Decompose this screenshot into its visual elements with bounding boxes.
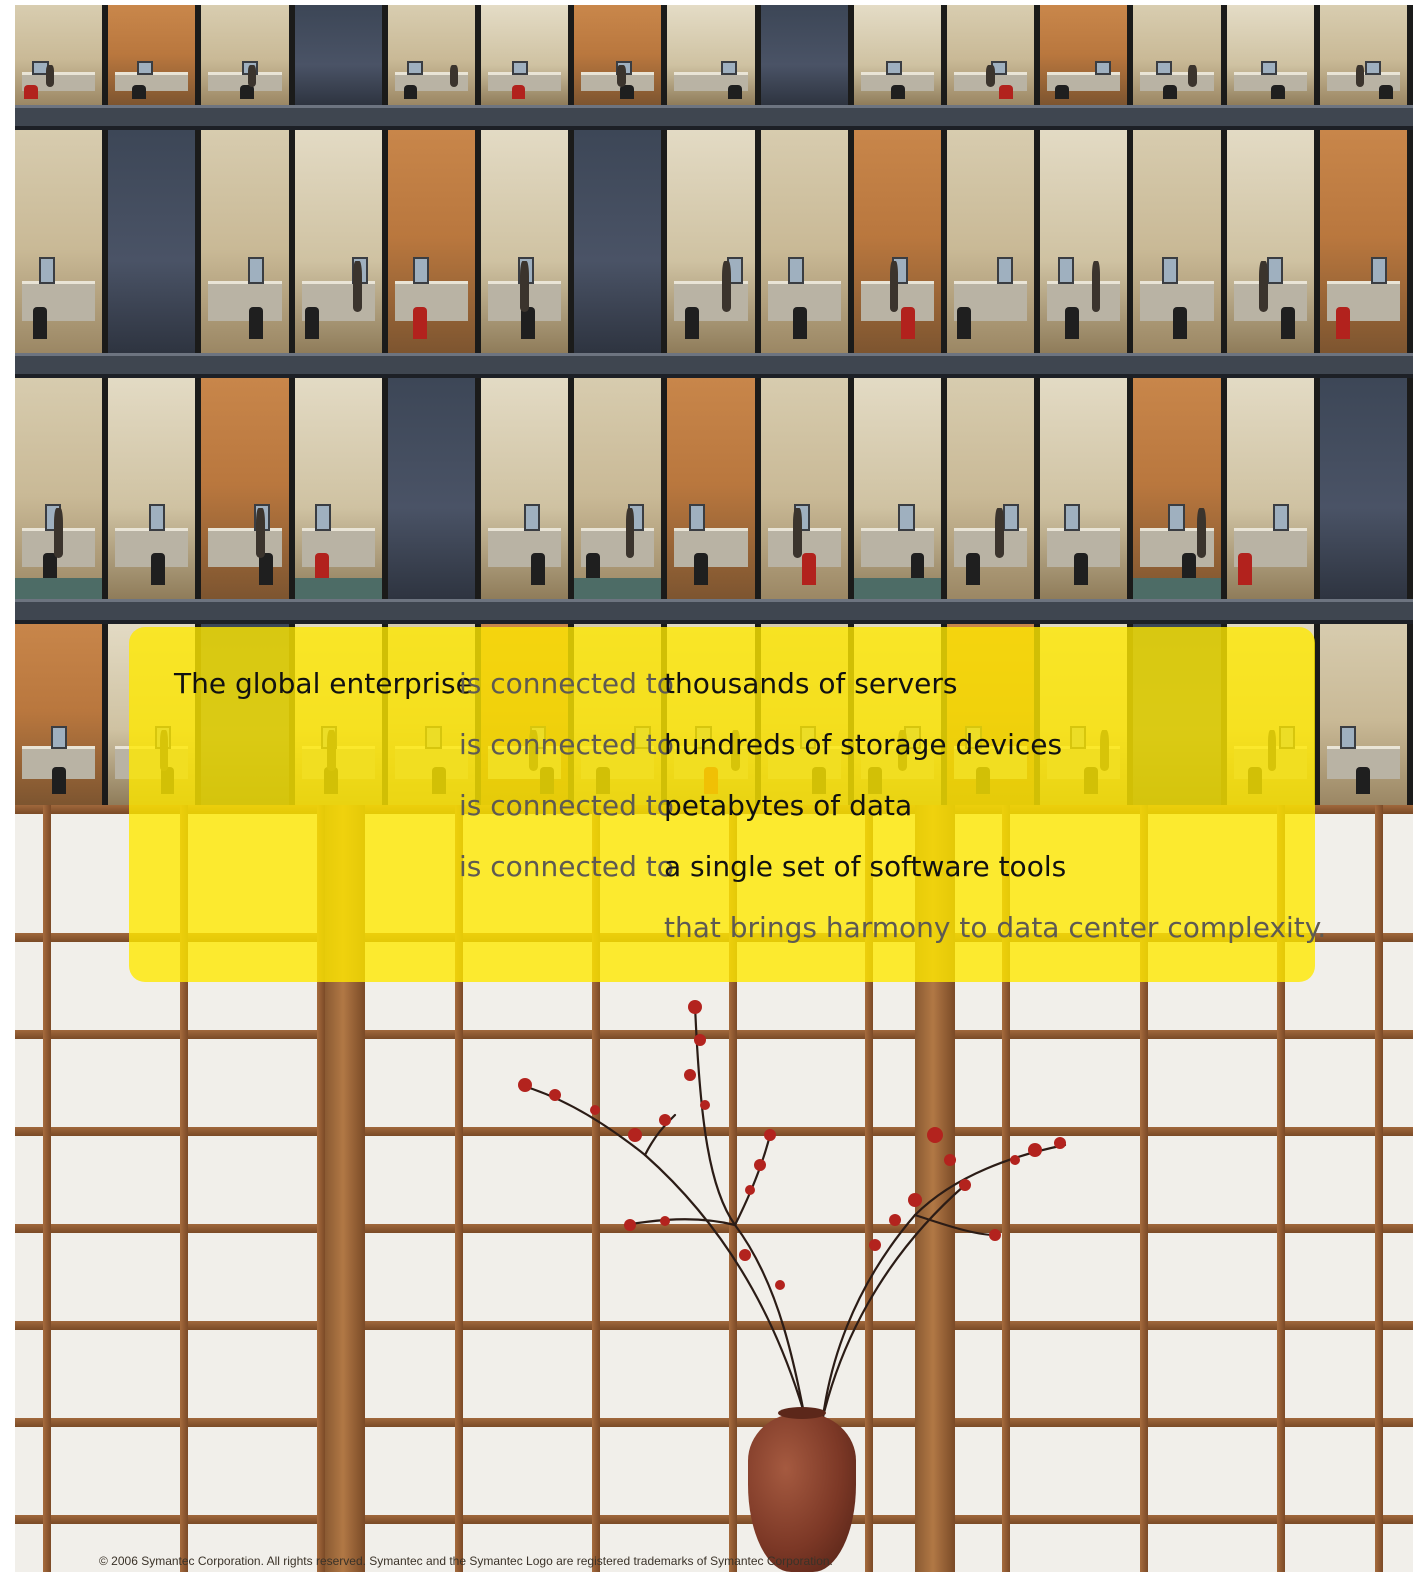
headline-item: a single set of software tools	[664, 850, 1067, 883]
office-window	[387, 123, 482, 353]
office-window	[1133, 123, 1227, 353]
office-window	[1319, 5, 1413, 105]
shoji-stile	[43, 805, 51, 1572]
connector-text: is connected to	[459, 850, 674, 883]
office-window	[108, 123, 202, 353]
connector-text: is connected to	[459, 728, 674, 761]
office-window	[1040, 371, 1134, 599]
shoji-stile	[1375, 805, 1383, 1572]
blossom-branch-icon	[518, 1000, 1067, 1449]
connector-text: is connected to	[459, 667, 674, 700]
office-window	[574, 123, 668, 353]
office-window	[108, 371, 202, 599]
office-window	[1133, 5, 1227, 105]
copyright-notice: © 2006 Symantec Corporation. All rights …	[99, 1554, 833, 1568]
office-window	[1319, 371, 1413, 599]
office-window	[481, 5, 575, 105]
office-window	[15, 123, 109, 353]
floor-slab	[15, 353, 1413, 378]
office-window	[947, 371, 1041, 599]
office-window	[667, 371, 761, 599]
office-window	[201, 123, 295, 353]
office-window	[947, 123, 1041, 353]
headline-item: hundreds of storage devices	[664, 728, 1063, 761]
building-floor	[15, 5, 1413, 105]
office-window	[760, 123, 854, 353]
building-floor	[15, 371, 1413, 599]
office-window	[15, 5, 109, 105]
office-window	[853, 123, 948, 353]
office-window	[294, 371, 388, 599]
office-window	[294, 123, 388, 353]
office-window	[574, 371, 668, 599]
building-floor	[15, 123, 1413, 353]
office-window	[1040, 123, 1134, 353]
office-window	[947, 5, 1041, 105]
shoji-rail	[15, 1515, 1413, 1524]
office-window	[667, 123, 761, 353]
office-window	[108, 5, 202, 105]
connector-text: is connected to	[459, 789, 674, 822]
office-window	[481, 123, 575, 353]
office-window	[1226, 123, 1320, 353]
office-window	[760, 371, 854, 599]
headline-panel: The global enterprise is connected to th…	[129, 627, 1326, 982]
headline-item: thousands of servers	[664, 667, 958, 700]
office-window	[15, 617, 109, 805]
office-window	[1319, 123, 1413, 353]
office-window	[1226, 371, 1320, 599]
floor-slab	[15, 599, 1413, 624]
vase-icon	[748, 1407, 856, 1572]
headline-closing: that brings harmony to data center compl…	[664, 911, 1327, 944]
office-window	[201, 5, 295, 105]
office-window	[481, 371, 575, 599]
office-window	[1319, 617, 1413, 805]
office-window	[760, 5, 854, 105]
floor-slab	[15, 105, 1413, 130]
office-window	[1133, 371, 1227, 599]
office-window	[667, 5, 761, 105]
office-window	[201, 371, 295, 599]
office-window	[15, 371, 109, 599]
headline-subject: The global enterprise	[174, 667, 473, 700]
office-window	[853, 5, 948, 105]
office-window	[387, 371, 482, 599]
office-window	[574, 5, 668, 105]
office-window	[853, 371, 948, 599]
office-window	[1226, 5, 1320, 105]
office-window	[1040, 5, 1134, 105]
office-window	[294, 5, 388, 105]
headline-item: petabytes of data	[664, 789, 913, 822]
advertisement: The global enterprise is connected to th…	[15, 5, 1413, 1572]
office-window	[387, 5, 482, 105]
